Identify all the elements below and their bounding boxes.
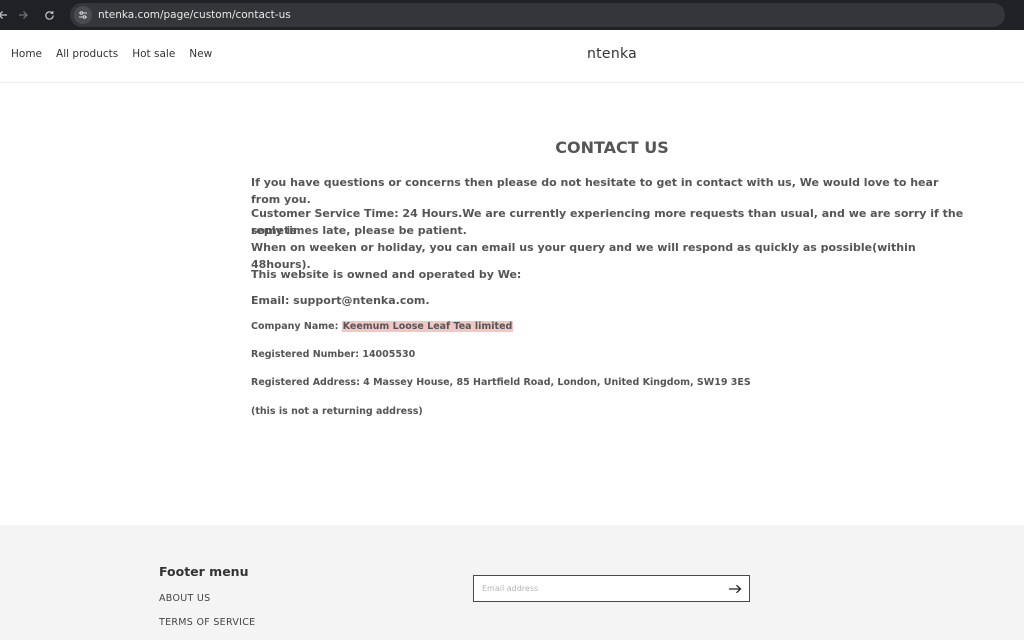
arrow-right-icon: [19, 11, 28, 19]
company-name: Keemum Loose Leaf Tea limited: [341, 321, 514, 332]
company-label: Company Name:: [251, 321, 342, 332]
site-footer: Footer menu ABOUT US TERMS OF SERVICE: [0, 525, 1024, 640]
site-header: Home All products Hot sale New ntenka: [0, 30, 1024, 83]
arrow-right-icon: [729, 584, 742, 594]
site-info-button[interactable]: [74, 6, 92, 24]
newsletter-form: [473, 575, 750, 602]
intro-text: If you have questions or concerns then p…: [251, 176, 939, 206]
email-text: Email: support@ntenka.com.: [251, 294, 430, 307]
forward-button[interactable]: [10, 2, 36, 28]
registered-number: Registered Number: 14005530: [251, 349, 416, 360]
page-title: CONTACT US: [555, 138, 669, 157]
newsletter-submit-button[interactable]: [725, 579, 745, 599]
browser-toolbar: ntenka.com/page/custom/contact-us: [0, 0, 1024, 30]
registered-address: Registered Address: 4 Massey House, 85 H…: [251, 377, 751, 388]
company-name-line: Company Name: Keemum Loose Leaf Tea limi…: [251, 318, 514, 335]
owner-text: This website is owned and operated by We…: [251, 268, 522, 281]
address-note: (this is not a returning address): [251, 406, 423, 417]
footer-link-about-us[interactable]: ABOUT US: [159, 593, 211, 604]
arrow-left-icon: [0, 11, 7, 19]
reload-icon: [44, 10, 54, 20]
tune-icon: [79, 11, 87, 19]
reload-button[interactable]: [36, 2, 62, 28]
footer-link-terms[interactable]: TERMS OF SERVICE: [159, 617, 255, 628]
address-bar[interactable]: ntenka.com/page/custom/contact-us: [70, 3, 1005, 27]
email-input[interactable]: [474, 576, 714, 601]
brand-logo[interactable]: ntenka: [0, 46, 1024, 62]
service-time-line-2: sometimes late, please be patient.: [251, 224, 467, 237]
footer-menu-title: Footer menu: [159, 564, 249, 579]
back-button[interactable]: [0, 2, 10, 28]
url-text[interactable]: ntenka.com/page/custom/contact-us: [98, 9, 291, 21]
